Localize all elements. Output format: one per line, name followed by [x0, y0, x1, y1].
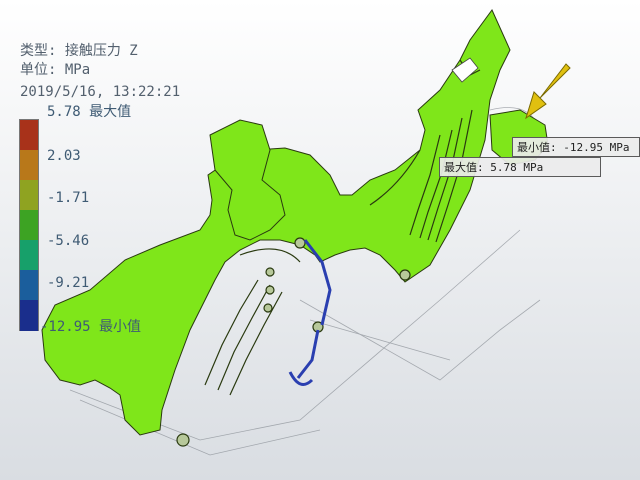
3d-viewport[interactable]: 类型: 接触压力 Z 单位: MPa 2019/5/16, 13:22:21 5…	[0, 0, 640, 480]
legend-tick: -5.46	[47, 233, 90, 249]
legend-color-band	[20, 150, 38, 181]
legend-color-band	[20, 270, 38, 301]
legend-tick: -9.21	[47, 275, 90, 291]
color-legend-bar	[19, 119, 39, 331]
legend-color-band	[20, 300, 38, 331]
legend-color-band	[20, 240, 38, 271]
legend-color-band	[20, 210, 38, 241]
legend-color-band	[20, 180, 38, 211]
legend-min-label: -12.95 最小值	[40, 319, 142, 335]
result-unit: 单位: MPa	[20, 62, 91, 78]
min-location-arrow-icon	[525, 63, 571, 120]
legend-tick: 2.03	[47, 148, 81, 164]
link-arms	[288, 239, 332, 386]
legend-color-band	[20, 120, 38, 151]
model-render[interactable]	[0, 0, 640, 480]
min-value-callout[interactable]: 最小值: -12.95 MPa	[512, 137, 640, 157]
legend-tick: -1.71	[47, 190, 90, 206]
result-type: 类型: 接触压力 Z	[20, 43, 138, 59]
legend-max-label: 5.78 最大值	[47, 104, 132, 120]
result-timestamp: 2019/5/16, 13:22:21	[20, 84, 181, 100]
max-value-callout[interactable]: 最大值: 5.78 MPa	[439, 157, 601, 177]
